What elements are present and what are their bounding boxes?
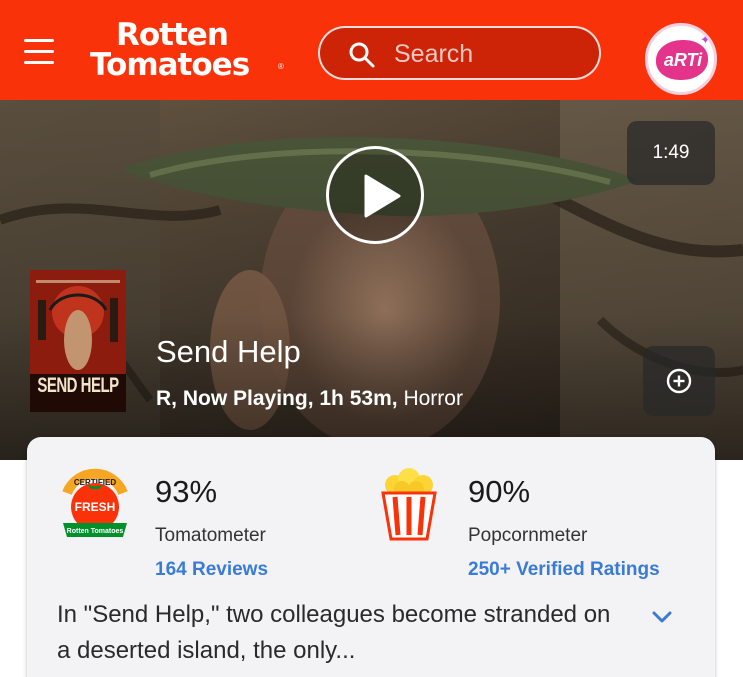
logo-registered-mark: ® [278,62,284,71]
logo-line-2: Tomatoes [90,47,250,83]
popcorn-bucket-icon [381,468,437,541]
release-status: Now Playing, [182,387,314,410]
add-to-watchlist-button[interactable] [643,346,715,416]
svg-text:Rotten Tomatoes: Rotten Tomatoes [67,528,124,535]
tomatometer-label: Tomatometer [155,525,266,546]
movie-metadata: R, Now Playing, 1h 53m, Horror [156,386,463,412]
popcornmeter-score: 90% [468,474,531,509]
genre: Horror [403,387,463,410]
certified-fresh-icon: CERTIFIED FRESH Rotten Tomatoes [62,468,128,537]
search-icon [349,42,375,68]
search-placeholder: Search [394,40,474,68]
chevron-down-icon[interactable] [649,607,675,627]
tomatometer-score: 93% [155,474,218,509]
movie-poster[interactable]: SEND HELP [30,270,126,412]
add-circle-icon [666,368,692,394]
trailer-hero: 1:49 SEND HELP Send Help R, Now Playing,… [0,100,743,460]
movie-title: Send Help [156,334,301,369]
popcornmeter-ratings-link[interactable]: 250+ Verified Ratings [468,559,660,581]
movie-page: Rotten Tomatoes ® Search aRTi ✦ 1:49 SEN… [0,0,743,677]
sparkle-icon: ✦ [700,32,711,47]
top-nav-bar: Rotten Tomatoes ® Search aRTi ✦ [0,0,743,100]
popcornmeter-label: Popcornmeter [468,525,588,546]
video-duration-badge: 1:49 [627,121,715,185]
runtime: 1h 53m, [319,387,398,410]
arti-avatar-icon[interactable]: aRTi ✦ [645,23,717,95]
synopsis-text: In "Send Help," two colleagues become st… [57,601,611,664]
mpaa-rating: R, [156,387,177,410]
search-input[interactable]: Search [318,26,601,80]
score-card: CERTIFIED FRESH Rotten Tomatoes 93% Toma… [27,437,715,677]
rotten-tomatoes-logo[interactable]: Rotten Tomatoes ® [90,18,286,84]
poster-title: SEND HELP [37,373,119,398]
play-trailer-button[interactable] [326,146,424,244]
play-icon [364,174,401,218]
tomatometer-reviews-link[interactable]: 164 Reviews [155,559,268,581]
hamburger-menu-icon[interactable] [22,36,60,66]
svg-text:FRESH: FRESH [75,500,116,514]
avatar-text: aRTi [663,50,703,70]
